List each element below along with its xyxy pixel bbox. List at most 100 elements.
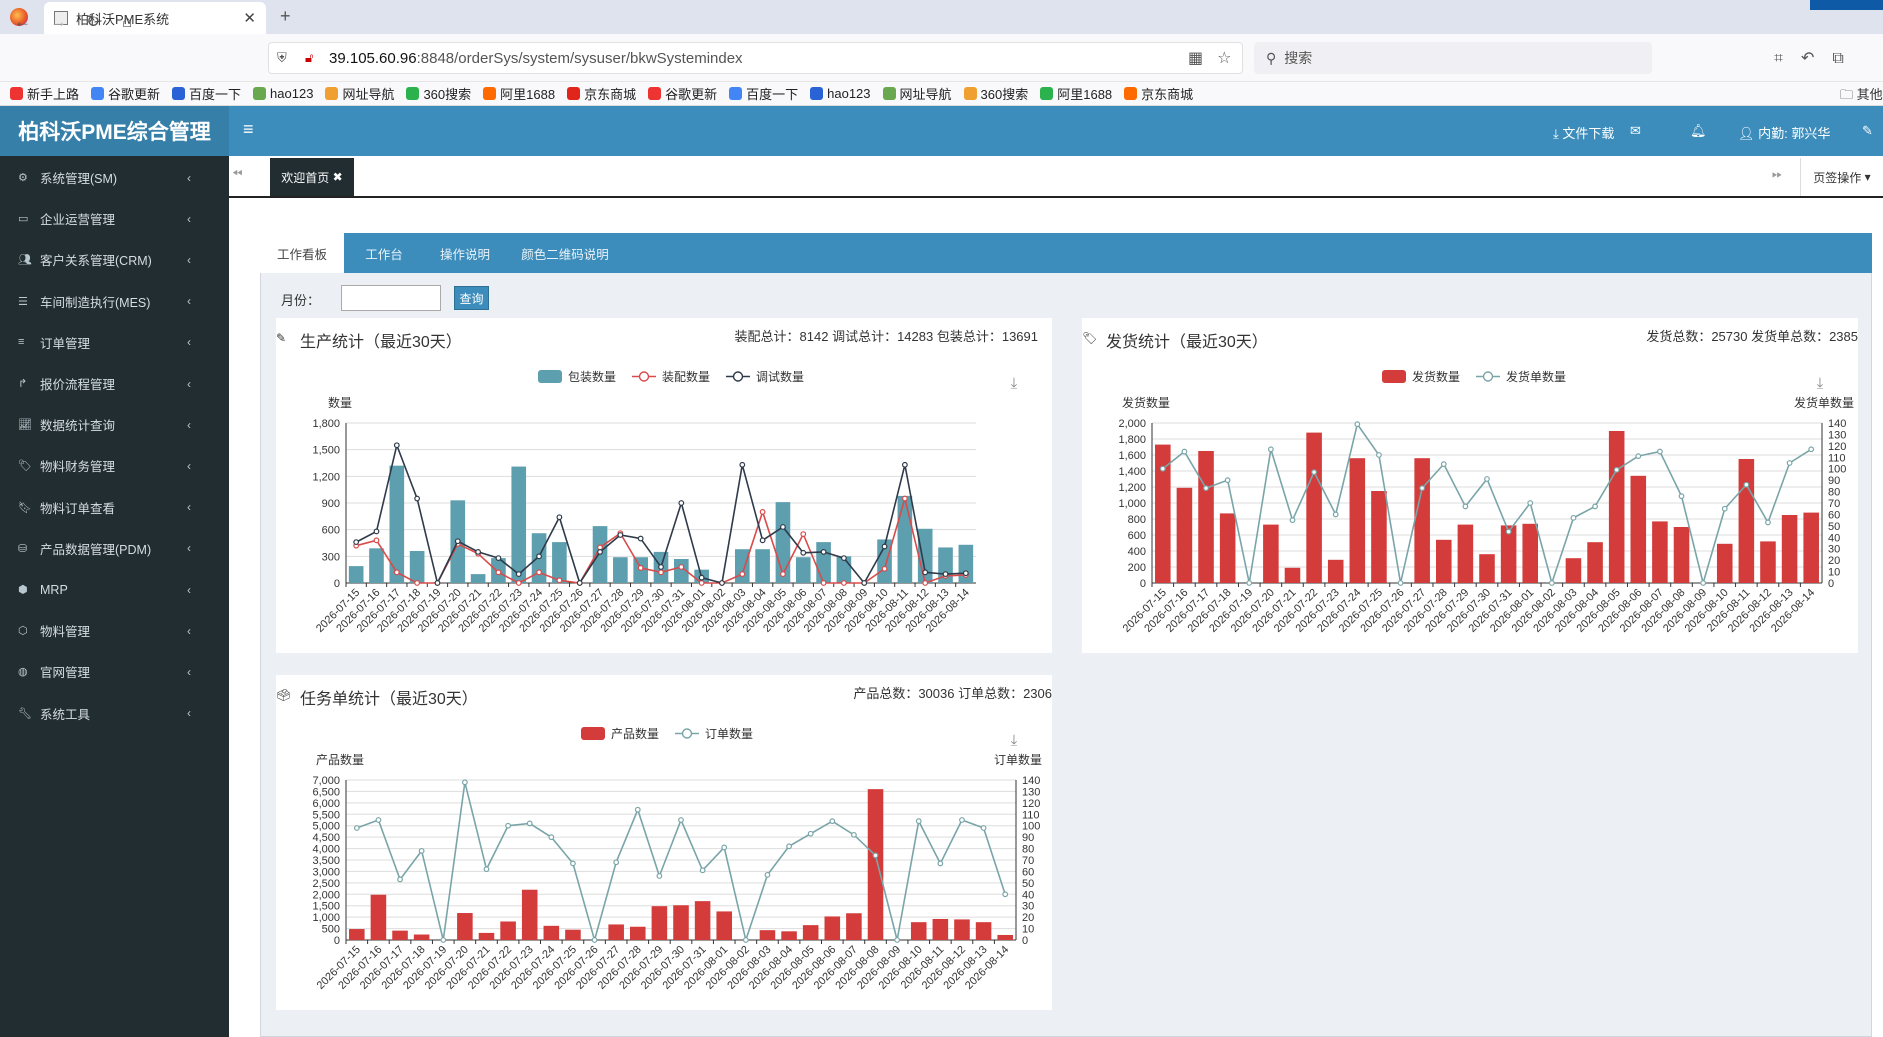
sidebar-item[interactable]: 🔖︎ 物料订单查看 ‹ [0,487,229,528]
tab-welcome[interactable]: 欢迎首页 ✖ [270,158,354,196]
sidebar-item[interactable]: ⬢ MRP ‹ [0,569,229,610]
y2-tick-label: 80 [1828,487,1840,499]
sidebar-item[interactable]: ▭ 企业运营管理 ‹ [0,198,229,239]
tabs-next-icon[interactable]: ⏩︎ [1772,166,1782,182]
y2-tick-label: 110 [1022,809,1040,821]
window-controls[interactable] [1810,0,1883,10]
browser-tab[interactable]: 柏科沃PME系统 ✕ [44,2,266,34]
y2-tick-label: 80 [1022,844,1034,856]
bar [954,919,970,940]
close-icon[interactable]: ✖ [333,170,343,184]
data-point [418,847,425,854]
back-icon[interactable]: ← [14,12,31,32]
download-icon[interactable]: ⤓ [1011,375,1018,392]
bookmark-item[interactable]: 新手上路 [10,84,79,103]
new-tab-icon[interactable]: + [280,6,291,27]
url-bar[interactable]: ⛨ 🔓︎ 39.105.60.96:8848/orderSys/system/s… [268,42,1243,74]
data-point [739,571,746,578]
bookmark-item[interactable]: 京东商城 [567,84,636,103]
qr-code-icon[interactable]: ▦ [1188,50,1217,67]
bookmark-item[interactable]: 百度一下 [729,84,798,103]
inner-tab[interactable]: 操作说明 [424,233,506,273]
menu-toggle-icon[interactable]: ≡ [243,119,254,140]
bookmark-item[interactable]: 谷歌更新 [648,84,717,103]
data-point [719,580,725,586]
url-host: 39.105.60.96 [329,49,417,67]
chevron-left-icon: ‹ [187,417,191,432]
sidebar-item[interactable]: ⚙ 系统管理(SM) ‹ [0,157,229,198]
bar [1327,559,1344,583]
tab-operations-dropdown[interactable]: 页签操作 ▾ [1800,158,1883,196]
y-tick-label: 1,200 [312,471,340,483]
sidebar-item[interactable]: ☰ 车间制造执行(MES) ‹ [0,281,229,322]
data-point [922,569,929,576]
y-tick-label: 1,600 [1118,450,1146,462]
inner-tab[interactable]: 工作看板 [260,233,344,273]
data-point [515,571,522,578]
bar [1803,512,1819,583]
sidebar-item[interactable]: 📈︎ 数据统计查询 ‹ [0,404,229,445]
download-icon: ⤓ [1553,126,1559,141]
bookmark-item[interactable]: hao123 [810,86,871,101]
bookmark-item[interactable]: 360搜索 [963,84,1028,103]
data-point [901,495,908,502]
bookmark-icon [810,87,824,100]
sidebar-item[interactable]: ↱ 报价流程管理 ‹ [0,363,229,404]
file-download-button[interactable]: ⤓ 文件下载 [1553,123,1614,142]
download-icon[interactable]: ⤓ [1817,375,1824,392]
bookmark-item[interactable]: 阿里1688 [483,84,555,103]
download-icon[interactable]: ⤓ [1011,732,1018,749]
sidebar-item[interactable]: ◍ 官网管理 ‹ [0,651,229,692]
y2-tick-label: 30 [1828,544,1840,556]
legend-label: 产品数量 [611,726,659,741]
sidebar-item[interactable]: ≡ 订单管理 ‹ [0,322,229,363]
inner-tab[interactable]: 工作台 [344,233,424,273]
crop-icon[interactable]: ⌗ [1774,50,1801,67]
data-point [780,524,786,530]
bookmark-item[interactable]: 360搜索 [406,84,471,103]
star-icon[interactable]: ☆ [1217,50,1245,67]
undo-icon[interactable]: ↶ [1801,50,1832,67]
user-menu[interactable]: 👤︎ 内勤: 郭兴华 [1738,123,1830,142]
extensions-icon[interactable]: ⧉ [1832,50,1861,67]
bookmark-item[interactable]: hao123 [253,86,313,101]
forward-icon[interactable]: → [50,12,67,32]
bar [1414,458,1430,583]
search-input[interactable]: ⚲ 搜索 [1254,42,1652,74]
bookmark-icon [10,87,23,100]
sidebar-item[interactable]: ⬡ 物料管理 ‹ [0,610,229,651]
bookmark-item[interactable]: 网址导航 [325,84,394,103]
bookmark-other-folder[interactable]: 🗀 其他 [1840,84,1883,108]
close-icon[interactable]: ✕ [243,9,256,27]
lock-insecure-icon[interactable]: 🔓︎ [305,50,313,66]
data-point [1635,453,1642,460]
month-input[interactable] [341,285,441,311]
y-tick-label: 300 [322,551,340,563]
tabs-prev-icon[interactable]: ⏪︎ [232,166,242,182]
y-tick-label: 1,000 [312,912,340,924]
bookmark-item[interactable]: 百度一下 [172,84,241,103]
bookmark-item[interactable]: 网址导航 [882,84,952,103]
bookmark-item[interactable]: 谷歌更新 [91,84,160,103]
bell-icon[interactable]: 🔔︎ [1690,123,1707,139]
y-tick-label: 2,500 [312,878,340,890]
inner-tab[interactable]: 颜色二维码说明 [506,233,624,273]
home-icon[interactable]: ⌂ [122,12,132,32]
sidebar-item[interactable]: 🔧︎ 系统工具 ‹ [0,693,229,734]
query-button[interactable]: 查询 [454,286,489,310]
bookmark-icon [1124,87,1138,100]
data-point [475,548,481,555]
sidebar-item[interactable]: ⛁ 产品数据管理(PDM) ‹ [0,528,229,569]
y-tick-label: 1,500 [312,445,340,457]
sidebar-item[interactable]: 🏷︎ 物料财务管理 ‹ [0,445,229,486]
sidebar-item[interactable]: 👥︎ 客户关系管理(CRM) ‹ [0,239,229,280]
bookmark-item[interactable]: 京东商城 [1124,84,1193,103]
chevron-left-icon: ‹ [187,376,191,391]
bookmark-item[interactable]: 阿里1688 [1040,84,1112,103]
app-logo[interactable]: 柏科沃PME综合管理 [0,106,229,156]
mail-icon[interactable]: ✉ [1630,123,1641,139]
shield-icon[interactable]: ⛨ [277,50,287,66]
edit-icon[interactable]: ✎ [1862,123,1873,139]
reload-icon[interactable]: ↻ [86,12,100,32]
data-point [1678,493,1685,500]
